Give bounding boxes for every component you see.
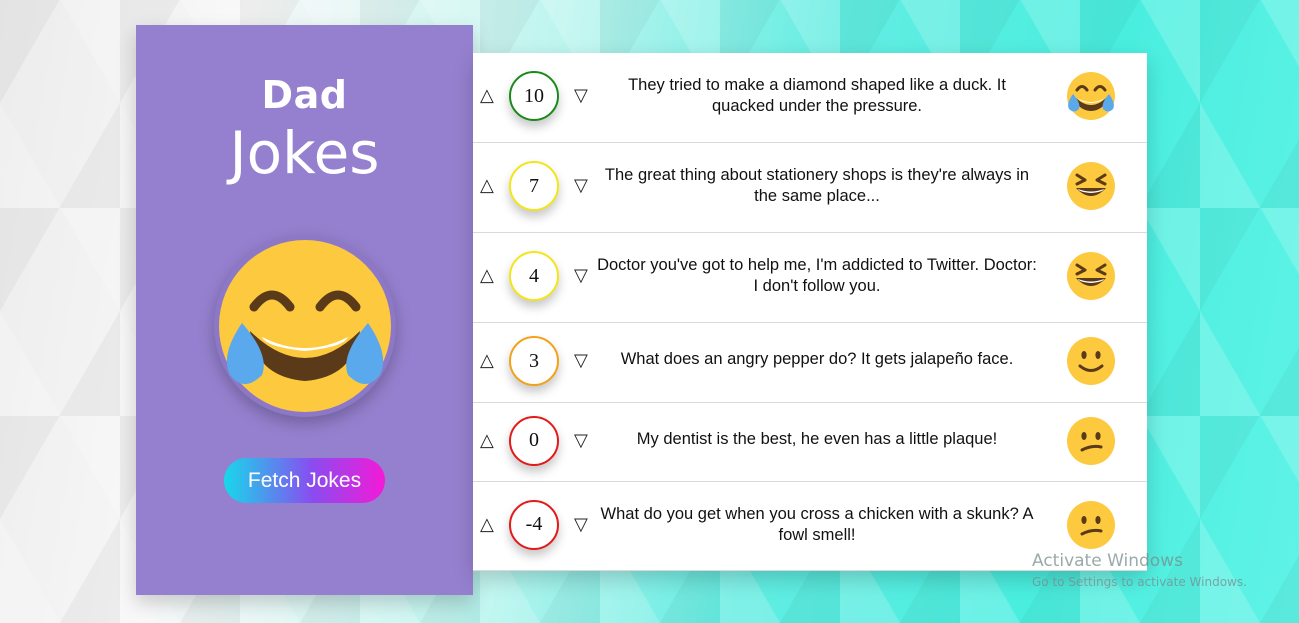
downvote-arrow-icon[interactable]: ▽ (574, 514, 588, 535)
joke-score: 10 (509, 71, 559, 121)
downvote-arrow-icon[interactable]: ▽ (574, 175, 588, 196)
windows-activation-watermark: Activate Windows Go to Settings to activ… (1032, 551, 1247, 589)
joke-text: What does an angry pepper do? It gets ja… (620, 350, 1014, 368)
upvote-arrow-icon[interactable]: △ (480, 430, 494, 451)
downvote-arrow-icon[interactable]: ▽ (574, 430, 588, 451)
joke-row: △ 0 ▽ My dentist is the best, he even has a… (473, 403, 1147, 482)
joke-row: △ 4 ▽ Doctor you've got to help me, I'm add… (473, 233, 1147, 323)
confused-emoji-icon (1065, 499, 1117, 551)
sidebar: Dad Jokes Fetch Jokes (136, 25, 473, 595)
joke-score: 4 (509, 251, 559, 301)
upvote-arrow-icon[interactable]: △ (480, 514, 494, 535)
upvote-arrow-icon[interactable]: △ (480, 350, 494, 371)
joke-score: 0 (509, 415, 559, 466)
grinning-squinting-emoji-icon (1065, 250, 1117, 302)
title-jokes: Jokes (229, 119, 380, 187)
title-dad: Dad (261, 73, 348, 117)
upvote-arrow-icon[interactable]: △ (480, 175, 494, 196)
joke-score: 3 (509, 336, 559, 386)
joke-text: They tried to make a diamond shaped like… (628, 76, 1006, 115)
downvote-arrow-icon[interactable]: ▽ (574, 265, 588, 286)
joke-score: 7 (509, 161, 559, 211)
watermark-subtitle: Go to Settings to activate Windows. (1032, 575, 1247, 589)
joke-text: My dentist is the best, he even has a li… (636, 429, 998, 448)
joke-text: What do you get when you cross a chicken… (600, 504, 1034, 544)
joke-text: The great thing about stationery shops i… (604, 166, 1030, 205)
joke-text: Doctor you've got to help me, I'm addict… (597, 256, 1037, 295)
fetch-jokes-button[interactable]: Fetch Jokes (224, 458, 385, 503)
grinning-squinting-emoji-icon (1065, 160, 1117, 212)
rolling-laughing-emoji-icon (1065, 70, 1117, 122)
watermark-title: Activate Windows (1032, 551, 1183, 571)
joke-score: -4 (509, 499, 559, 550)
confused-emoji-icon (1065, 415, 1117, 467)
joke-row: △ 7 ▽ The great thing about stationery shop… (473, 143, 1147, 233)
joke-row: △ 10 ▽ They tried to make a diamond shaped … (473, 53, 1147, 143)
rolling-laughing-emoji-icon (214, 235, 396, 417)
downvote-arrow-icon[interactable]: ▽ (574, 85, 588, 106)
joke-row: △ 3 ▽ What does an angry pepper do? It gets… (473, 323, 1147, 403)
slightly-smiling-emoji-icon (1065, 335, 1117, 387)
jokes-list: △ 10 ▽ They tried to make a diamond shaped … (473, 53, 1147, 571)
upvote-arrow-icon[interactable]: △ (480, 265, 494, 286)
upvote-arrow-icon[interactable]: △ (480, 85, 494, 106)
downvote-arrow-icon[interactable]: ▽ (574, 350, 588, 371)
